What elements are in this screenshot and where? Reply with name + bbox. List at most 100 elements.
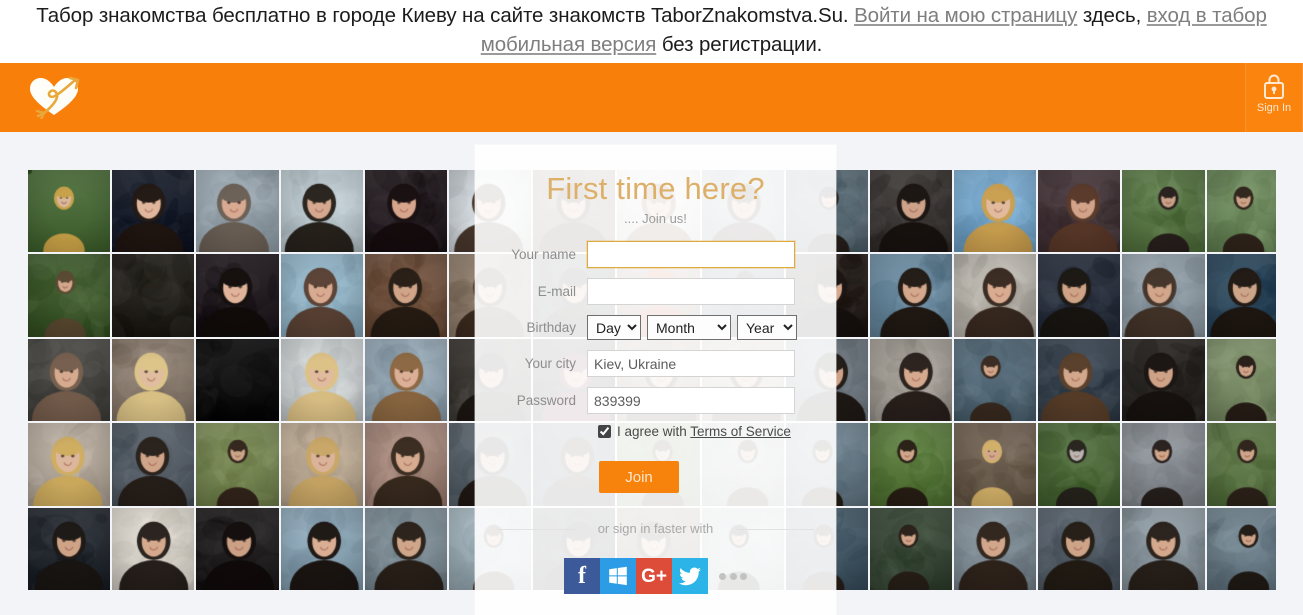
facebook-signin-button[interactable]: f xyxy=(564,558,600,594)
photo-tile xyxy=(954,423,1037,506)
birthday-selects: Day Month Year xyxy=(587,315,797,340)
photo-tile xyxy=(869,507,953,590)
photo-tile xyxy=(196,338,279,422)
label-email: E-mail xyxy=(537,284,576,299)
photo-tile xyxy=(28,254,111,337)
photo-tile xyxy=(1038,423,1121,506)
photo-tile xyxy=(196,254,279,337)
terms-label: I agree with Terms of Service xyxy=(617,424,791,439)
photo-tile xyxy=(1038,338,1121,422)
microsoft-signin-button[interactable] xyxy=(600,558,636,594)
promo-text-1: Табор знакомства бесплатно в городе Киев… xyxy=(36,4,855,27)
label-birthday: Birthday xyxy=(526,320,576,335)
promo-text-2: здесь, xyxy=(1077,4,1147,27)
lock-icon xyxy=(1264,74,1284,99)
promo-link-login[interactable]: Войти на мою страницу xyxy=(854,4,1077,27)
photo-tile xyxy=(280,170,363,253)
photo-tile xyxy=(112,507,195,590)
photo-tile xyxy=(1122,507,1205,590)
photo-tile xyxy=(280,338,363,422)
photo-tile xyxy=(1122,170,1205,253)
navbar: Sign In xyxy=(0,63,1303,132)
email-input[interactable] xyxy=(587,278,795,305)
label-your-name: Your name xyxy=(511,247,576,262)
form-row-email: E-mail xyxy=(475,278,836,305)
more-signin-options-button[interactable] xyxy=(719,572,747,580)
photo-tile xyxy=(112,338,195,422)
photo-tile xyxy=(280,254,363,337)
label-password: Password xyxy=(516,393,576,408)
googleplus-signin-button[interactable]: G+ xyxy=(636,558,672,594)
photo-tile xyxy=(112,170,195,253)
photo-tile xyxy=(112,254,195,337)
password-input[interactable] xyxy=(587,387,795,414)
site-logo[interactable] xyxy=(26,75,82,121)
social-signin-text: or sign in faster with xyxy=(597,521,714,536)
more-dot-icon xyxy=(729,572,737,580)
panel-subtitle: .... Join us! xyxy=(624,211,687,226)
photo-tile xyxy=(196,170,279,253)
photo-tile xyxy=(869,423,953,506)
photo-tile xyxy=(954,507,1037,590)
google-plus-icon: G+ xyxy=(641,565,667,587)
signin-label: Sign In xyxy=(1256,102,1292,114)
more-dot-icon xyxy=(719,572,726,580)
photo-tile xyxy=(364,507,447,590)
photo-tile xyxy=(954,338,1037,422)
registration-panel: First time here? .... Join us! Your name… xyxy=(475,145,836,615)
facebook-icon: f xyxy=(578,563,586,589)
photo-tile xyxy=(869,338,953,422)
photo-tile xyxy=(1206,338,1276,422)
form-row-password: Password xyxy=(475,387,836,414)
photo-tile xyxy=(1206,254,1276,337)
panel-title: First time here? xyxy=(546,171,765,206)
photo-tile xyxy=(280,507,363,590)
photo-tile xyxy=(364,170,447,253)
photo-tile xyxy=(954,170,1037,253)
join-button[interactable]: Join xyxy=(599,461,679,493)
more-dot-icon xyxy=(740,572,747,580)
photo-tile xyxy=(196,507,279,590)
heart-with-arrow-icon xyxy=(30,76,80,121)
photo-tile xyxy=(954,254,1037,337)
photo-tile xyxy=(1206,507,1276,590)
windows-icon xyxy=(609,566,627,586)
photo-tile xyxy=(28,170,111,253)
signin-button[interactable]: Sign In xyxy=(1245,63,1303,132)
photo-tile xyxy=(869,170,953,253)
terms-checkbox[interactable] xyxy=(598,425,611,438)
photo-tile xyxy=(28,423,111,506)
photo-tile xyxy=(364,338,447,422)
photo-tile xyxy=(1038,507,1121,590)
form-row-birthday: Birthday Day Month Year xyxy=(475,315,836,340)
social-signin-divider: or sign in faster with xyxy=(475,521,836,536)
photo-tile xyxy=(364,254,447,337)
photo-tile xyxy=(1206,423,1276,506)
photo-tile xyxy=(1122,423,1205,506)
photo-tile xyxy=(1038,170,1121,253)
birthday-year-select[interactable]: Year xyxy=(737,315,797,340)
photo-tile xyxy=(1038,254,1121,337)
social-buttons: f G+ xyxy=(475,558,836,594)
twitter-signin-button[interactable] xyxy=(672,558,708,594)
promo-text-3: без регистрации. xyxy=(656,33,823,56)
terms-text: I agree with xyxy=(617,424,691,439)
name-input[interactable] xyxy=(587,241,795,268)
photo-tile xyxy=(28,507,111,590)
photo-tile xyxy=(1206,170,1276,253)
photo-tile xyxy=(280,423,363,506)
photo-tile xyxy=(869,254,953,337)
label-your-city: Your city xyxy=(524,356,576,371)
form-row-name: Your name xyxy=(475,241,836,268)
form-row-city: Your city xyxy=(475,350,836,377)
terms-of-service-link[interactable]: Terms of Service xyxy=(690,424,791,439)
terms-agreement-row: I agree with Terms of Service xyxy=(598,424,836,439)
twitter-bird-icon xyxy=(679,567,701,585)
birthday-day-select[interactable]: Day xyxy=(587,315,641,340)
photo-tile xyxy=(28,338,111,422)
photo-tile xyxy=(196,423,279,506)
photo-tile xyxy=(1122,338,1205,422)
birthday-month-select[interactable]: Month xyxy=(647,315,731,340)
city-input[interactable] xyxy=(587,350,795,377)
photo-tile xyxy=(112,423,195,506)
